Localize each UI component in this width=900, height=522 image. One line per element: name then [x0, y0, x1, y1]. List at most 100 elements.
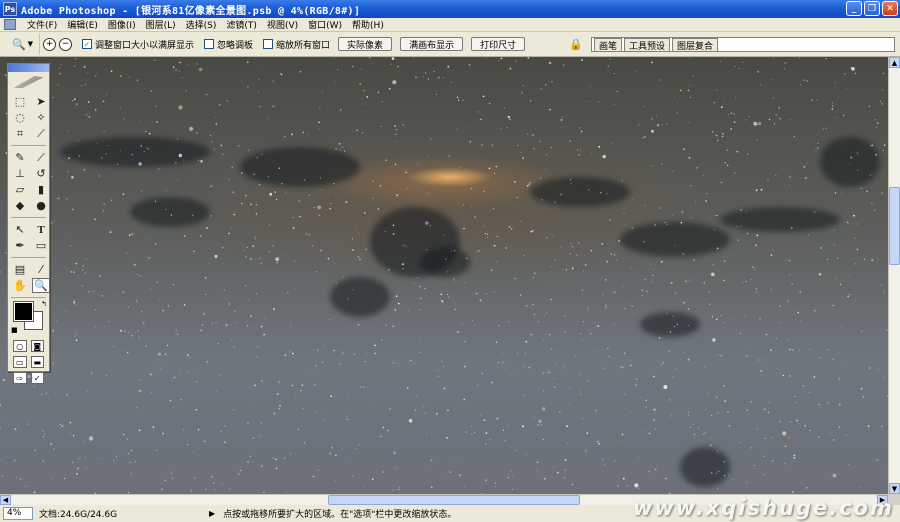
lock-icon[interactable]: 🔒	[569, 38, 583, 52]
menu-help[interactable]: 帮助(H)	[347, 18, 389, 31]
default-colors-icon[interactable]: ■	[11, 326, 18, 334]
restore-button[interactable]: ❐	[864, 1, 880, 16]
screen-mode-row: ▭ ▬	[8, 354, 49, 370]
toolbox-divider	[11, 217, 46, 218]
dodge-icon[interactable]: ●	[32, 198, 50, 213]
history-brush-icon[interactable]: ↺	[32, 166, 50, 181]
eyedropper-icon[interactable]: ⁄	[32, 262, 50, 277]
menu-window[interactable]: 窗口(W)	[303, 18, 347, 31]
starfield	[0, 57, 888, 494]
title-bar: Ps Adobe Photoshop - [银河系81亿像素全景图.psb @ …	[0, 0, 900, 18]
healing-brush-icon[interactable]: ✎	[11, 150, 29, 165]
standard-mode-icon[interactable]: ○	[13, 340, 27, 352]
menu-view[interactable]: 视图(V)	[262, 18, 303, 31]
print-size-button[interactable]: 打印尺寸	[471, 37, 526, 51]
palette-well: 🔒 画笔 工具预设 图层复合	[565, 35, 895, 54]
document-size: 文档:24.6G/24.6G	[39, 510, 118, 520]
marquee-icon[interactable]: ⬚	[11, 94, 29, 109]
type-icon[interactable]: T	[32, 222, 50, 237]
menu-select[interactable]: 选择(S)	[181, 18, 222, 31]
slice-icon[interactable]: ⟋	[32, 126, 50, 141]
brush-icon[interactable]: ⟋	[32, 150, 50, 165]
chevron-down-icon: ▼	[27, 40, 34, 48]
notes-icon[interactable]: ▤	[11, 262, 29, 277]
menu-filter[interactable]: 滤镜(T)	[221, 18, 262, 31]
lasso-icon[interactable]: ◌	[11, 110, 29, 125]
hand-icon[interactable]: ✋	[11, 278, 29, 293]
zoom-all-checkbox[interactable]: 缩放所有窗口	[263, 38, 330, 51]
swap-colors-icon[interactable]: ↰	[41, 300, 47, 308]
screen-mode-standard-icon[interactable]: ▭	[13, 356, 27, 368]
photoshop-icon: Ps	[3, 2, 17, 16]
checkbox-unchecked[interactable]	[204, 39, 215, 49]
toolbox: ⬚ ➤ ◌ ✧ ⌗ ⟋ ✎ ⟋ ⊥ ↺ ▱ ▮ ◆ ● ↖ T ✒ ▭ ▤ ⁄ …	[7, 63, 50, 384]
foreground-color-swatch[interactable]	[13, 301, 34, 322]
zoom-all-label: 缩放所有窗口	[276, 40, 331, 51]
toolbox-title-bar[interactable]	[8, 64, 49, 72]
feather-logo-icon[interactable]	[8, 72, 49, 92]
window-title: Adobe Photoshop - [银河系81亿像素全景图.psb @ 4%(…	[21, 5, 361, 17]
tab-layer-comps[interactable]: 图层复合	[672, 38, 719, 52]
document-canvas[interactable]	[0, 57, 888, 494]
zoom-out-button[interactable]: −	[59, 37, 72, 51]
zoom-icon[interactable]: 🔍	[32, 278, 50, 293]
checkbox-checked[interactable]: ✓	[82, 39, 92, 49]
scroll-up-icon[interactable]: ▲	[889, 57, 900, 68]
horizontal-scroll-thumb[interactable]	[328, 495, 580, 505]
status-hint: 点按或拖移所要扩大的区域。在"选项"栏中更改缩放状态。	[223, 510, 457, 520]
shape-icon[interactable]: ▭	[32, 238, 50, 253]
ignore-palettes-checkbox[interactable]: 忽略调板	[204, 38, 253, 51]
mask-mode-row: ○ ◙	[8, 338, 49, 354]
blur-icon[interactable]: ◆	[11, 198, 29, 213]
status-menu-arrow-icon[interactable]: ▶	[209, 509, 215, 518]
actual-pixels-button[interactable]: 实际像素	[338, 37, 393, 51]
toolbox-divider	[11, 257, 46, 258]
ignore-palettes-label: 忽略调板	[217, 40, 254, 51]
color-swatches: ↰ ■	[11, 300, 47, 336]
tool-grid: ↖ T ✒ ▭	[8, 220, 49, 255]
eraser-icon[interactable]: ▱	[11, 182, 29, 197]
gradient-icon[interactable]: ▮	[32, 182, 50, 197]
menu-layer[interactable]: 图层(L)	[141, 18, 181, 31]
screen-mode-full-icon[interactable]: ▬	[30, 356, 44, 368]
tool-grid: ⬚ ➤ ◌ ✧ ⌗ ⟋	[8, 92, 49, 143]
path-select-icon[interactable]: ↖	[11, 222, 29, 237]
pen-icon[interactable]: ✒	[11, 238, 29, 253]
zoom-tool-icon: 🔍	[11, 37, 26, 51]
palette-well-tabs: 画笔 工具预设 图层复合	[591, 37, 895, 52]
menu-bar: 文件(F) 编辑(E) 图像(I) 图层(L) 选择(S) 滤镜(T) 视图(V…	[0, 18, 900, 32]
clone-stamp-icon[interactable]: ⊥	[11, 166, 29, 181]
jump-row: ⇨ ✓	[8, 370, 49, 386]
resize-windows-label: 调整窗口大小以满屏显示	[95, 40, 195, 51]
toolbox-divider	[11, 297, 46, 298]
magic-wand-icon[interactable]: ✧	[32, 110, 50, 125]
scroll-left-icon[interactable]: ◀	[0, 495, 11, 505]
quick-mask-icon[interactable]: ◙	[30, 340, 44, 352]
zoom-in-button[interactable]: +	[43, 37, 56, 51]
watermark: www.xqishuge.com	[632, 496, 894, 520]
crop-icon[interactable]: ⌗	[11, 126, 29, 141]
vertical-scrollbar[interactable]: ▲ ▼	[888, 57, 900, 494]
tab-tool-presets[interactable]: 工具预设	[624, 38, 671, 52]
menu-file[interactable]: 文件(F)	[22, 18, 62, 31]
close-button[interactable]: ✕	[882, 1, 898, 16]
tool-grid: ▤ ⁄ ✋ 🔍	[8, 260, 50, 295]
checkbox-unchecked[interactable]	[263, 39, 274, 49]
menu-edit[interactable]: 编辑(E)	[62, 18, 103, 31]
fit-screen-button[interactable]: 满画布显示	[400, 37, 464, 51]
minimize-button[interactable]: _	[846, 1, 862, 16]
window-controls: _ ❐ ✕	[846, 1, 898, 16]
tool-preset-picker[interactable]: 🔍 ▼	[6, 34, 40, 54]
menu-image[interactable]: 图像(I)	[103, 18, 141, 31]
move-icon[interactable]: ➤	[32, 94, 50, 109]
tab-brushes[interactable]: 画笔	[594, 38, 623, 52]
jump-to-imageready-icon[interactable]: ⇨	[13, 372, 27, 384]
scroll-down-icon[interactable]: ▼	[889, 483, 900, 494]
toolbox-divider	[11, 145, 46, 146]
vertical-scroll-thumb[interactable]	[889, 187, 900, 265]
zoom-level-field[interactable]: 4%	[3, 507, 33, 520]
document-icon[interactable]	[4, 19, 16, 30]
tool-grid: ✎ ⟋ ⊥ ↺ ▱ ▮ ◆ ●	[8, 148, 49, 215]
check-icon[interactable]: ✓	[30, 372, 44, 384]
resize-windows-checkbox[interactable]: ✓ 调整窗口大小以满屏显示	[82, 38, 194, 51]
